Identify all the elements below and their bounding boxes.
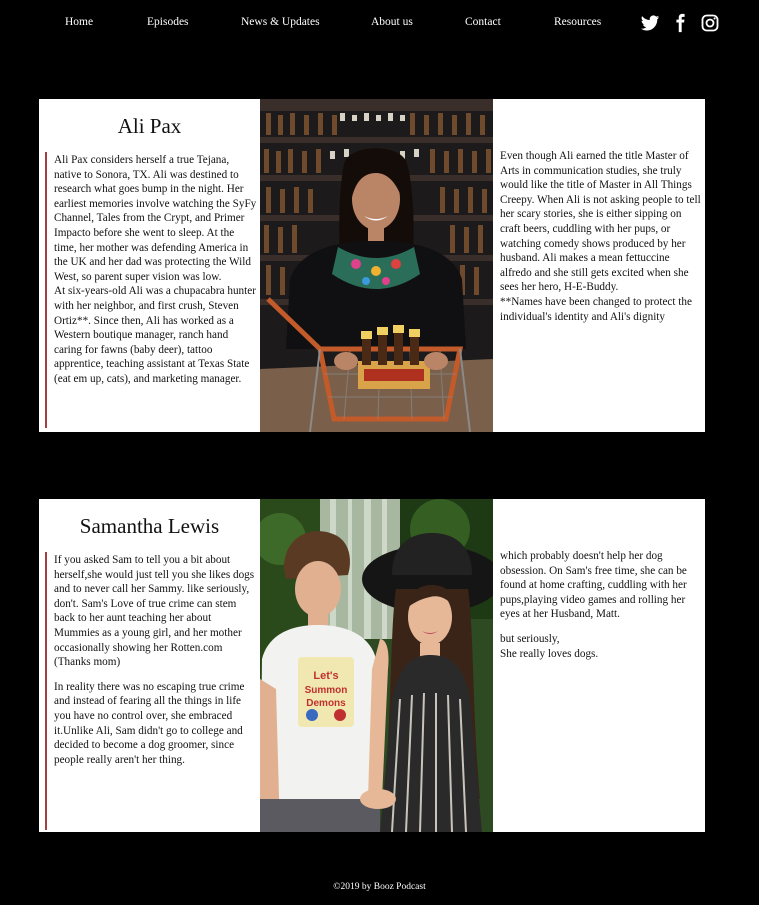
bio-paragraph: If you asked Sam to tell you a bit about… <box>54 554 255 669</box>
nav-resources[interactable]: Resources <box>554 16 601 28</box>
twitter-icon[interactable] <box>640 13 660 33</box>
host-photo <box>260 99 493 432</box>
facebook-icon[interactable] <box>670 13 690 33</box>
nav-home[interactable]: Home <box>65 16 93 28</box>
nav-contact[interactable]: Contact <box>465 16 501 28</box>
nav-news-updates[interactable]: News & Updates <box>241 16 320 28</box>
host-name: Samantha Lewis <box>79 514 220 538</box>
social-links <box>640 13 720 33</box>
nav-about-us[interactable]: About us <box>371 16 413 28</box>
top-navigation: Home Episodes News & Updates About us Co… <box>0 0 759 46</box>
bio-paragraph: Even though Ali earned the title Master … <box>500 150 701 294</box>
bio-paragraph: In reality there was no escaping true cr… <box>54 680 245 766</box>
host-bio-column: Samantha Lewis If you asked Sam to tell … <box>39 499 260 832</box>
svg-text:Demons: Demons <box>306 698 346 709</box>
instagram-icon[interactable] <box>700 13 720 33</box>
host-card-ali-pax: Ali Pax Ali Pax considers herself a true… <box>39 99 705 432</box>
host-bio-column: Ali Pax Ali Pax considers herself a true… <box>39 99 260 432</box>
bio-paragraph: At six-years-old Ali was a chupacabra hu… <box>54 285 256 385</box>
bio-paragraph: Ali Pax considers herself a true Tejana,… <box>54 154 257 283</box>
nav-episodes[interactable]: Episodes <box>147 16 189 28</box>
host-bio-continued: Even though Ali earned the title Master … <box>500 149 704 334</box>
accent-divider <box>45 152 47 428</box>
svg-text:Let's: Let's <box>313 670 338 682</box>
bio-paragraph: She really loves dogs. <box>500 647 599 660</box>
footer-copyright: ©2019 by Booz Podcast <box>333 882 426 892</box>
bio-paragraph: but seriously, <box>500 632 560 645</box>
host-bio: Ali Pax considers herself a true Tejana,… <box>54 153 258 397</box>
host-bio-continued: which probably doesn't help her dog obse… <box>500 549 704 671</box>
host-name: Ali Pax <box>117 114 182 138</box>
bio-paragraph: **Names have been changed to protect the… <box>500 295 692 323</box>
host-card-samantha-lewis: Samantha Lewis If you asked Sam to tell … <box>39 499 705 832</box>
accent-divider <box>45 552 47 830</box>
bio-paragraph: which probably doesn't help her dog obse… <box>500 550 687 621</box>
host-photo: Let's Summon Demons <box>260 499 493 832</box>
svg-text:Summon: Summon <box>305 685 348 696</box>
host-bio: If you asked Sam to tell you a bit about… <box>54 553 258 777</box>
